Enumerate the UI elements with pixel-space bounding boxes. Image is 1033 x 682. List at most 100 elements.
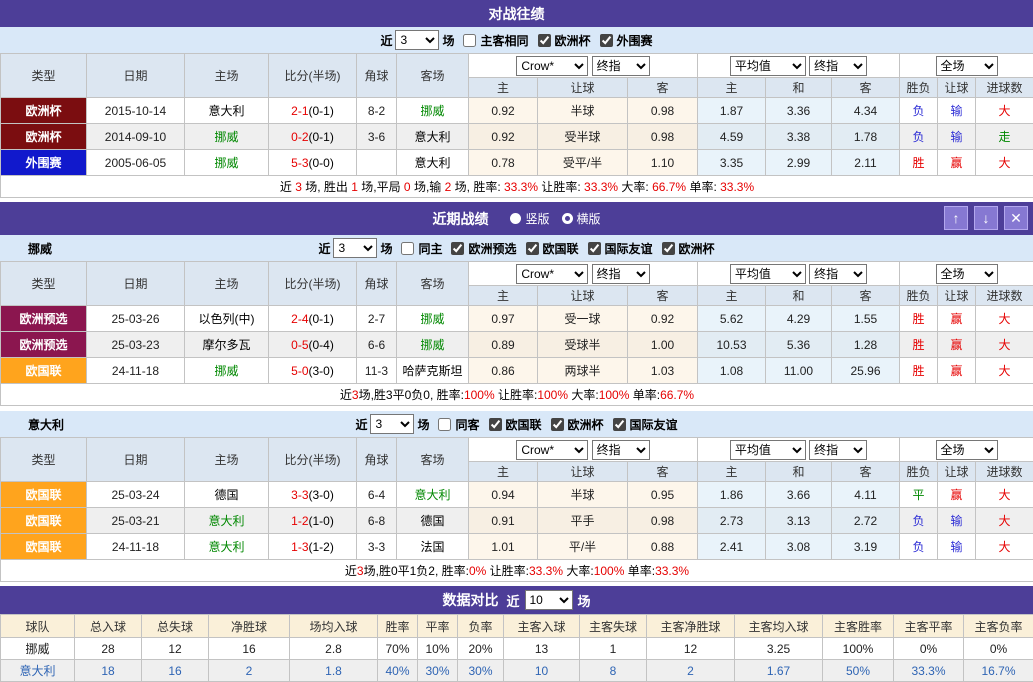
avg-odds: 3.35	[698, 150, 766, 176]
compare-value: 16	[209, 638, 290, 660]
sub-column-header: 胜负	[900, 78, 938, 98]
result-flag: 大	[976, 534, 1033, 560]
column-header: 客场	[397, 438, 469, 482]
layout-radio[interactable]	[562, 213, 573, 224]
odds-source-select[interactable]: Crow*	[516, 440, 588, 460]
result-flag: 赢	[938, 332, 976, 358]
avg-time-select[interactable]: 终指	[809, 56, 867, 76]
home-team: 挪威	[185, 150, 269, 176]
league-checkbox[interactable]	[489, 418, 502, 431]
summary-segment: 让胜率:	[495, 388, 538, 402]
handicap-odds: 受一球	[538, 306, 628, 332]
avg-source-select[interactable]: 平均值	[730, 56, 806, 76]
option-checkbox-label: 同客	[455, 416, 479, 433]
away-team: 哈萨克斯坦	[397, 358, 469, 384]
odds-time-select[interactable]: 终指	[592, 440, 650, 460]
league-checkbox[interactable]	[538, 34, 551, 47]
summary-segment: 单率:	[686, 180, 720, 194]
sub-column-header: 让球	[538, 462, 628, 482]
summary-segment: 场,胜3平0负0, 胜率:	[359, 388, 464, 402]
league-checkbox[interactable]	[662, 242, 675, 255]
league-checkbox[interactable]	[600, 34, 613, 47]
corner-count: 6-6	[357, 332, 397, 358]
league-checkbox[interactable]	[588, 242, 601, 255]
full-score: 1-2	[291, 514, 308, 528]
move-down-button[interactable]: ↓	[974, 206, 998, 230]
handicap-odds: 0.78	[469, 150, 538, 176]
result-flag: 负	[900, 98, 938, 124]
option-checkbox[interactable]	[463, 34, 476, 47]
avg-odds: 11.00	[766, 358, 832, 384]
compare-table-wrap: 球队总入球总失球净胜球场均入球胜率平率负率主客入球主客失球主客净胜球主客均入球主…	[0, 614, 1033, 682]
option-checkbox[interactable]	[401, 242, 414, 255]
odds-source-select[interactable]: Crow*	[516, 56, 588, 76]
compare-column-header: 净胜球	[209, 615, 290, 638]
league-checkbox[interactable]	[451, 242, 464, 255]
compare-column-header: 主客平率	[894, 615, 964, 638]
sub-column-header: 和	[766, 286, 832, 306]
handicap-odds: 1.00	[628, 332, 698, 358]
summary-segment: 100%	[537, 388, 568, 402]
avg-odds: 3.08	[766, 534, 832, 560]
compare-near-select[interactable]: 10	[525, 590, 573, 610]
option-checkbox[interactable]	[438, 418, 451, 431]
layout-radio-selected[interactable]	[510, 213, 521, 224]
summary-segment: 大率:	[568, 388, 599, 402]
odds-time-select[interactable]: 终指	[592, 56, 650, 76]
summary-segment: 场, 胜率:	[451, 180, 504, 194]
home-team: 意大利	[185, 534, 269, 560]
near-count-select[interactable]: 3	[370, 414, 414, 434]
near-count-select[interactable]: 3	[333, 238, 377, 258]
league-checkbox[interactable]	[526, 242, 539, 255]
near-count-select[interactable]: 3	[395, 30, 439, 50]
handicap-odds: 半球	[538, 482, 628, 508]
close-button[interactable]: ✕	[1004, 206, 1028, 230]
league-checkbox-label: 欧洲预选	[468, 240, 516, 257]
games-label: 场	[380, 240, 392, 257]
compare-value: 20%	[458, 638, 504, 660]
corner-count	[357, 150, 397, 176]
full-match-select[interactable]: 全场	[936, 56, 998, 76]
match-date: 25-03-23	[87, 332, 185, 358]
match-date: 25-03-21	[87, 508, 185, 534]
team-name-label: 挪威	[28, 240, 52, 257]
compare-column-header: 主客入球	[504, 615, 580, 638]
league-badge: 欧国联	[1, 482, 87, 508]
avg-time-select[interactable]: 终指	[809, 440, 867, 460]
move-up-button[interactable]: ↑	[944, 206, 968, 230]
summary-segment: 3	[295, 180, 302, 194]
result-flag: 赢	[938, 358, 976, 384]
handicap-odds: 0.86	[469, 358, 538, 384]
avg-source-select[interactable]: 平均值	[730, 440, 806, 460]
away-team: 挪威	[397, 306, 469, 332]
avg-group-header: 平均值 终指	[698, 438, 900, 462]
half-score: (0-1)	[309, 104, 334, 118]
column-header: 角球	[357, 54, 397, 98]
sub-column-header: 进球数	[976, 78, 1033, 98]
full-match-select[interactable]: 全场	[936, 264, 998, 284]
h2h-title-bar: 对战往绩	[0, 0, 1033, 27]
avg-source-select[interactable]: 平均值	[730, 264, 806, 284]
match-date: 2014-09-10	[87, 124, 185, 150]
team-filter-bar: 挪威近3场同主欧洲预选欧国联国际友谊欧洲杯	[0, 235, 1033, 261]
odds-time-select[interactable]: 终指	[592, 264, 650, 284]
avg-time-select[interactable]: 终指	[809, 264, 867, 284]
summary-row: 近 3 场, 胜出 1 场,平局 0 场,输 2 场, 胜率: 33.3% 让胜…	[1, 176, 1033, 198]
league-checkbox[interactable]	[613, 418, 626, 431]
match-table: 类型日期主场比分(半场)角球客场Crow* 终指平均值 终指全场主让球客主和客胜…	[0, 53, 1033, 198]
half-score: (3-0)	[309, 488, 334, 502]
summary-segment: 66.7%	[660, 388, 694, 402]
full-match-select[interactable]: 全场	[936, 440, 998, 460]
summary-segment: 让胜率:	[486, 564, 529, 578]
compare-value: 16	[142, 660, 209, 682]
avg-odds: 1.78	[832, 124, 900, 150]
odds-source-select[interactable]: Crow*	[516, 264, 588, 284]
games-label: 场	[417, 416, 429, 433]
compare-value: 70%	[378, 638, 418, 660]
avg-odds: 4.34	[832, 98, 900, 124]
layout-radio-label: 横版	[577, 210, 601, 227]
column-header: 角球	[357, 438, 397, 482]
compare-value: 0%	[894, 638, 964, 660]
full-score: 5-3	[291, 156, 308, 170]
league-checkbox[interactable]	[551, 418, 564, 431]
